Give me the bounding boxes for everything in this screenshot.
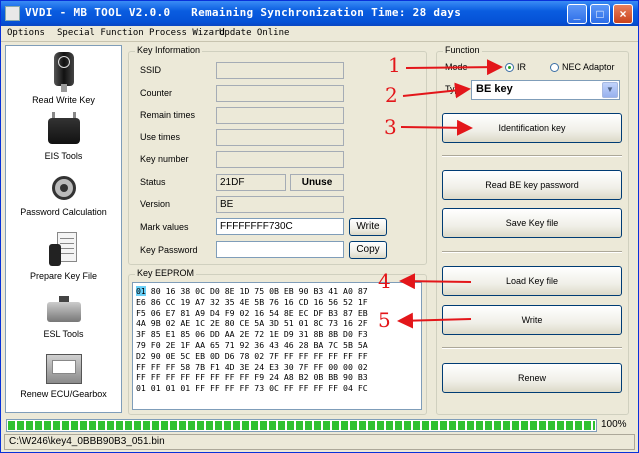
maximize-button[interactable]: □: [590, 4, 610, 24]
ssid-field: [216, 62, 344, 79]
status-file-path: C:\W246\key4_0BBB90B3_051.bin: [9, 436, 165, 447]
counter-label: Counter: [140, 88, 173, 98]
eeprom-selected-byte[interactable]: 01: [136, 286, 146, 296]
annotation-number-5: 5: [378, 308, 391, 332]
key-password-label: Key Password: [140, 245, 198, 255]
minimize-button[interactable]: _: [567, 4, 587, 24]
eeprom-hex-row: 79 F0 2E 1F AA 65 71 92 36 43 46 28 BA 7…: [136, 339, 368, 350]
menu-bar: Options Special Function Process Wizard …: [1, 26, 638, 42]
key-password-input[interactable]: [216, 241, 344, 258]
eeprom-hex-view[interactable]: 01 80 16 38 0C D0 8E 1D 75 0B EB 90 B3 4…: [132, 282, 422, 410]
sidebar-item-label: Prepare Key File: [29, 271, 98, 281]
sidebar-item-label: Read Write Key: [32, 95, 95, 105]
copy-password-button[interactable]: Copy: [349, 241, 387, 259]
window-title: VVDI - MB TOOL V2.0.0 Remaining Synchron…: [25, 6, 462, 19]
progress-percent: 100%: [601, 419, 627, 430]
app-window: VVDI - MB TOOL V2.0.0 Remaining Synchron…: [0, 0, 639, 453]
type-label: Type: [445, 84, 465, 94]
mark-values-input[interactable]: FFFFFFFF730C: [216, 218, 344, 235]
password-calc-icon: [48, 172, 80, 204]
remain-times-field: [216, 107, 344, 124]
divider: [442, 251, 622, 253]
mark-values-label: Mark values: [140, 222, 189, 232]
eeprom-hex-row: D2 90 0E 5C EB 0D D6 78 02 7F FF FF FF F…: [136, 350, 368, 361]
eis-module-icon: [46, 112, 82, 148]
annotation-number-1: 1: [388, 53, 401, 77]
sidebar-item-renew-ecu-gearbox[interactable]: Renew ECU/Gearbox: [6, 352, 121, 399]
progress-fill: [8, 421, 595, 430]
sidebar-item-label: Password Calculation: [20, 207, 107, 217]
mode-nec-adaptor-radio[interactable]: [550, 63, 559, 72]
group-title: Key Information: [135, 45, 203, 55]
sidebar-item-label: EIS Tools: [44, 151, 83, 161]
version-field: BE: [216, 196, 344, 213]
key-file-icon: [48, 232, 79, 268]
eeprom-hex-row: E6 86 CC 19 A7 32 35 4E 5B 76 16 CD 16 5…: [136, 296, 368, 307]
status-bar: C:\W246\key4_0BBB90B3_051.bin: [4, 434, 635, 450]
sidebar: Read Write Key EIS Tools Password Calcul…: [5, 45, 122, 413]
eeprom-hex-row: FF FF FF 58 7B F1 4D 3E 24 E3 30 7F FF 0…: [136, 361, 368, 372]
use-times-field: [216, 129, 344, 146]
eeprom-hex-row: 3F 85 E1 85 06 DD AA 2E 72 1E D9 31 8B 8…: [136, 329, 368, 340]
annotation-number-4: 4: [378, 269, 391, 293]
sidebar-item-read-write-key[interactable]: Read Write Key: [6, 52, 121, 105]
ecu-icon: [44, 352, 84, 386]
sidebar-item-prepare-key-file[interactable]: Prepare Key File: [6, 232, 121, 281]
close-button[interactable]: ×: [613, 4, 633, 24]
use-times-label: Use times: [140, 132, 181, 142]
menu-update-online[interactable]: Update Online: [219, 28, 289, 38]
mode-label: Mode: [445, 62, 468, 72]
menu-options[interactable]: Options: [7, 28, 45, 38]
read-be-key-password-button[interactable]: Read BE key password: [442, 170, 622, 200]
annotation-number-2: 2: [385, 83, 398, 107]
renew-button[interactable]: Renew: [442, 363, 622, 393]
status-label: Status: [140, 177, 166, 187]
counter-field: [216, 85, 344, 102]
esl-module-icon: [45, 294, 83, 326]
group-title: Function: [443, 45, 482, 55]
type-select-value: BE key: [476, 83, 513, 95]
mode-nec-adaptor-label: NEC Adaptor: [562, 62, 615, 72]
menu-process-wizard[interactable]: Process Wizard: [149, 28, 225, 38]
mark-write-button[interactable]: Write: [349, 218, 387, 236]
eeprom-hex-row: 01 01 01 01 FF FF FF FF 73 0C FF FF FF F…: [136, 383, 368, 394]
type-select[interactable]: BE key ▼: [471, 80, 620, 100]
group-title: Key EEPROM: [135, 268, 197, 278]
eeprom-hex-row: FF FF FF FF FF FF FF FF F9 24 A8 B2 0B B…: [136, 372, 368, 383]
eeprom-hex-row: F5 06 E7 81 A9 D4 F9 02 16 54 8E EC DF B…: [136, 307, 368, 318]
menu-special-function[interactable]: Special Function: [57, 28, 144, 38]
annotation-number-3: 3: [384, 115, 397, 139]
sidebar-item-password-calculation[interactable]: Password Calculation: [6, 172, 121, 217]
status-field: 21DF: [216, 174, 286, 191]
divider: [442, 347, 622, 349]
load-key-file-button[interactable]: Load Key file: [442, 266, 622, 296]
version-label: Version: [140, 199, 171, 209]
divider: [442, 155, 622, 157]
ssid-label: SSID: [140, 65, 162, 75]
mode-ir-label: IR: [517, 62, 526, 72]
sidebar-item-label: Renew ECU/Gearbox: [20, 389, 107, 399]
identification-key-button[interactable]: Identification key: [442, 113, 622, 143]
title-bar[interactable]: VVDI - MB TOOL V2.0.0 Remaining Synchron…: [1, 1, 638, 26]
app-icon: [5, 6, 20, 21]
save-key-file-button[interactable]: Save Key file: [442, 208, 622, 238]
chevron-down-icon[interactable]: ▼: [602, 82, 618, 98]
eeprom-hex-row: 01 80 16 38 0C D0 8E 1D 75 0B EB 90 B3 4…: [136, 286, 368, 296]
key-fob-icon: [48, 52, 80, 92]
sidebar-item-esl-tools[interactable]: ESL Tools: [6, 294, 121, 339]
key-number-field: [216, 151, 344, 168]
mode-ir-radio[interactable]: [505, 63, 514, 72]
eeprom-hex-row: 4A 9B 02 AE 1C 2E 80 CE 5A 3D 51 01 8C 7…: [136, 318, 368, 329]
remain-times-label: Remain times: [140, 110, 196, 120]
sidebar-item-label: ESL Tools: [43, 329, 84, 339]
status-unuse-badge: Unuse: [290, 174, 344, 191]
sidebar-item-eis-tools[interactable]: EIS Tools: [6, 112, 121, 161]
progress-bar: [6, 419, 597, 432]
write-key-button[interactable]: Write: [442, 305, 622, 335]
key-number-label: Key number: [140, 154, 189, 164]
